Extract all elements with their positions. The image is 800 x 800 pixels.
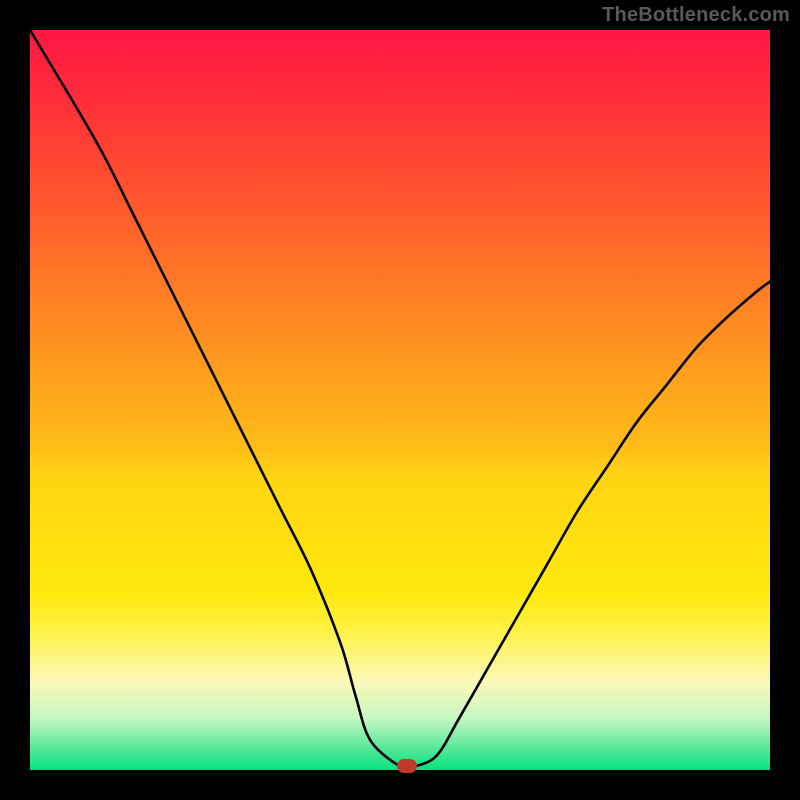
chart-frame: TheBottleneck.com: [0, 0, 800, 800]
optimal-point-marker: [397, 759, 417, 773]
plot-area: [30, 30, 770, 770]
branding-watermark: TheBottleneck.com: [602, 4, 790, 27]
bottleneck-curve: [30, 30, 770, 769]
curve-layer: [30, 30, 770, 770]
